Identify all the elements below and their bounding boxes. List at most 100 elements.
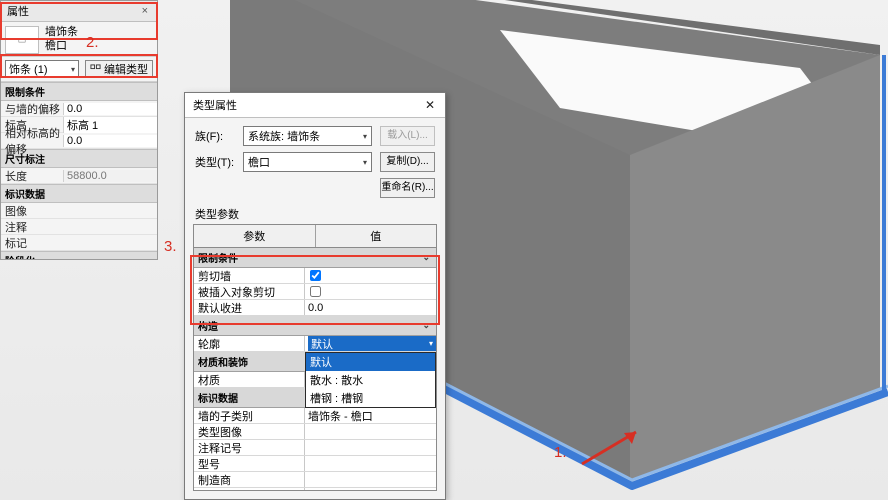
col-param: 参数 bbox=[194, 225, 316, 247]
type-param-name: 默认收进 bbox=[194, 300, 304, 316]
type-row[interactable]: 被插入对象剪切 bbox=[194, 284, 436, 300]
instance-selector-row: 饰条 (1) ▾ 编辑类型 bbox=[1, 57, 157, 82]
type-param-name: 墙的子类别 bbox=[194, 408, 304, 424]
type-param-name: 材质 bbox=[194, 372, 304, 388]
property-name: 图像 bbox=[1, 203, 63, 219]
close-icon[interactable]: ✕ bbox=[423, 98, 437, 112]
type-row[interactable]: 类型注释 bbox=[194, 488, 436, 491]
property-name: 与墙的偏移 bbox=[1, 101, 63, 117]
type-value[interactable]: 墙饰条 - 檐口 bbox=[308, 408, 373, 424]
type-row[interactable]: 默认收进 0.0 bbox=[194, 300, 436, 316]
property-value[interactable]: 0.0 bbox=[63, 135, 157, 147]
properties-row[interactable]: 长度58800.0 bbox=[1, 168, 157, 184]
type-param-name: 被插入对象剪切 bbox=[194, 284, 304, 300]
type-params-grid[interactable]: 限制条件⌄剪切墙被插入对象剪切默认收进0.0构造⌄轮廓默认▾默认散水 : 散水槽… bbox=[193, 248, 437, 491]
type-row[interactable]: 型号 bbox=[194, 456, 436, 472]
type-param-name: 轮廓 bbox=[194, 336, 304, 352]
type-selector[interactable]: ▭ 墙饰条 檐口 bbox=[1, 22, 157, 57]
properties-panel: 属性 × ▭ 墙饰条 檐口 饰条 (1) ▾ 编辑类型 限制条件与墙的偏移0.0… bbox=[0, 0, 158, 260]
properties-group-header[interactable]: 限制条件 bbox=[1, 82, 157, 101]
property-name: 长度 bbox=[1, 168, 63, 184]
close-icon[interactable]: × bbox=[139, 5, 151, 17]
property-value: 58800.0 bbox=[63, 170, 157, 182]
profile-value: 默认 bbox=[311, 336, 333, 352]
chevron-down-icon: ▾ bbox=[71, 65, 75, 74]
type-param-name: 制造商 bbox=[194, 472, 304, 488]
type-param-name: 类型注释 bbox=[194, 488, 304, 492]
collapse-icon: ⌄ bbox=[422, 320, 432, 331]
type-row[interactable]: 墙的子类别墙饰条 - 檐口 bbox=[194, 408, 436, 424]
type-name: 檐口 bbox=[45, 40, 78, 54]
type-param-value-cell bbox=[304, 284, 436, 299]
properties-row[interactable]: 相对标高的偏移0.0 bbox=[1, 133, 157, 149]
edit-type-label: 编辑类型 bbox=[104, 61, 148, 77]
col-value: 值 bbox=[316, 225, 437, 247]
properties-grid[interactable]: 限制条件与墙的偏移0.0标高标高 1相对标高的偏移0.0尺寸标注长度58800.… bbox=[1, 82, 157, 259]
type-param-value-cell bbox=[304, 268, 436, 283]
dialog-title-bar[interactable]: 类型属性 ✕ bbox=[185, 93, 445, 118]
chevron-down-icon: ▾ bbox=[363, 158, 367, 167]
properties-row[interactable]: 标记 bbox=[1, 235, 157, 251]
chevron-down-icon: ▾ bbox=[363, 132, 367, 141]
properties-group-header[interactable]: 标识数据 bbox=[1, 184, 157, 203]
type-param-name: 类型图像 bbox=[194, 424, 304, 440]
type-value: 檐口 bbox=[248, 154, 270, 170]
type-param-value-cell bbox=[304, 424, 436, 439]
profile-dropdown-popup[interactable]: 默认散水 : 散水槽钢 : 槽钢 bbox=[305, 352, 436, 408]
properties-group-header[interactable]: 阶段化 bbox=[1, 251, 157, 259]
properties-group-header[interactable]: 尺寸标注 bbox=[1, 149, 157, 168]
edit-type-icon bbox=[90, 64, 101, 75]
type-param-value-cell bbox=[304, 472, 436, 487]
type-group-header[interactable]: 限制条件⌄ bbox=[194, 248, 436, 268]
annotation-1: 1. bbox=[554, 444, 567, 461]
type-value[interactable]: 0.0 bbox=[308, 302, 323, 314]
type-param-name: 剪切墙 bbox=[194, 268, 304, 284]
type-family: 墙饰条 bbox=[45, 26, 78, 40]
annotation-3: 3. bbox=[164, 238, 177, 255]
type-combo[interactable]: 檐口 ▾ bbox=[243, 152, 372, 172]
type-group-header[interactable]: 构造⌄ bbox=[194, 316, 436, 336]
family-value: 系统族: 墙饰条 bbox=[248, 128, 320, 144]
dropdown-option[interactable]: 槽钢 : 槽钢 bbox=[306, 389, 435, 407]
type-param-value-cell: 默认▾默认散水 : 散水槽钢 : 槽钢 bbox=[304, 336, 436, 351]
checkbox[interactable] bbox=[310, 286, 321, 297]
dropdown-option[interactable]: 散水 : 散水 bbox=[306, 371, 435, 389]
property-value[interactable]: 标高 1 bbox=[63, 117, 157, 133]
type-row[interactable]: 轮廓默认▾默认散水 : 散水槽钢 : 槽钢 bbox=[194, 336, 436, 352]
type-row[interactable]: 剪切墙 bbox=[194, 268, 436, 284]
type-param-value-cell bbox=[304, 440, 436, 455]
property-value[interactable]: 0.0 bbox=[63, 103, 157, 115]
type-params-label: 类型参数 bbox=[185, 202, 445, 224]
checkbox[interactable] bbox=[310, 270, 321, 281]
properties-row[interactable]: 图像 bbox=[1, 203, 157, 219]
properties-row[interactable]: 与墙的偏移0.0 bbox=[1, 101, 157, 117]
property-name: 注释 bbox=[1, 219, 63, 235]
instance-combo[interactable]: 饰条 (1) ▾ bbox=[5, 60, 79, 78]
edit-type-button[interactable]: 编辑类型 bbox=[85, 60, 153, 78]
rename-button[interactable]: 重命名(R)... bbox=[380, 178, 435, 198]
type-param-value-cell: 0.0 bbox=[304, 300, 436, 315]
type-row[interactable]: 类型图像 bbox=[194, 424, 436, 440]
chevron-down-icon: ▾ bbox=[429, 339, 433, 348]
type-row[interactable]: 制造商 bbox=[194, 472, 436, 488]
collapse-icon: ⌄ bbox=[422, 252, 432, 263]
type-row[interactable]: 注释记号 bbox=[194, 440, 436, 456]
type-properties-dialog: 类型属性 ✕ 族(F): 系统族: 墙饰条 ▾ 载入(L)... 类型(T): … bbox=[184, 92, 446, 500]
properties-title: 属性 bbox=[7, 3, 29, 19]
properties-panel-title-bar[interactable]: 属性 × bbox=[1, 1, 157, 22]
profile-dropdown[interactable]: 默认 ▾ bbox=[308, 336, 436, 351]
type-param-name: 注释记号 bbox=[194, 440, 304, 456]
dialog-title: 类型属性 bbox=[193, 97, 237, 113]
type-param-name: 型号 bbox=[194, 456, 304, 472]
annotation-2: 2. bbox=[86, 34, 99, 51]
family-combo[interactable]: 系统族: 墙饰条 ▾ bbox=[243, 126, 372, 146]
type-param-value-cell bbox=[304, 488, 436, 491]
type-thumbnail: ▭ bbox=[5, 26, 39, 54]
type-param-value-cell: 墙饰条 - 檐口 bbox=[304, 408, 436, 423]
family-label: 族(F): bbox=[195, 128, 235, 144]
properties-row[interactable]: 注释 bbox=[1, 219, 157, 235]
type-label: 类型(T): bbox=[195, 154, 235, 170]
dropdown-option[interactable]: 默认 bbox=[306, 353, 435, 371]
duplicate-button[interactable]: 复制(D)... bbox=[380, 152, 435, 172]
property-name: 标记 bbox=[1, 235, 63, 251]
